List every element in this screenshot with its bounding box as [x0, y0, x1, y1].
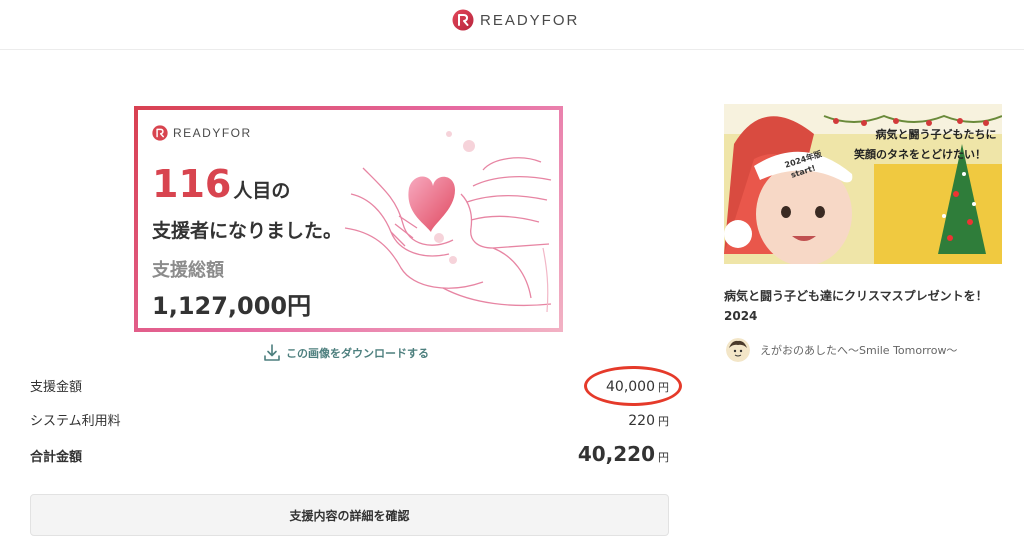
brand-name: READYFOR — [480, 11, 580, 29]
support-amount: 40,000 円 — [606, 379, 669, 395]
readyfor-logo[interactable]: READYFOR — [452, 9, 579, 31]
supporter-count-number: 116 — [152, 162, 232, 206]
org-avatar-icon — [726, 338, 750, 362]
org-name: えがおのあしたへ〜Smile Tomorrow〜 — [760, 344, 958, 357]
site-header: READYFOR — [0, 0, 1024, 50]
total-amount-row: 合計金額 40,220 円 — [30, 442, 669, 466]
project-title-link[interactable]: 病気と闘う子ども達にクリスマスプレゼントを！2024 — [724, 286, 1004, 326]
system-fee-value: 220 — [628, 413, 655, 429]
yen-unit: 円 — [658, 381, 669, 394]
total-amount-label: 合計金額 — [30, 450, 83, 465]
support-amount-row: 支援金額 40,000 円 — [30, 376, 669, 395]
total-amount: 40,220 円 — [578, 442, 669, 466]
support-amount-label: 支援金額 — [30, 380, 83, 395]
view-support-details-button[interactable]: 支援内容の詳細を確認 — [30, 494, 669, 536]
support-amount-value: 40,000 — [606, 379, 655, 395]
project-thumbnail[interactable]: 病気と闘う子どもたちに 笑顔のタネをとどけたい！ 2024年版 start! — [724, 104, 1002, 264]
heart-hands-illustration — [344, 131, 552, 313]
readyfor-logo-icon — [152, 125, 168, 141]
view-support-details-label: 支援内容の詳細を確認 — [289, 508, 410, 523]
yen-unit: 円 — [658, 451, 669, 464]
card-brand: READYFOR — [152, 125, 252, 141]
supporter-message: 支援者になりました。 — [152, 220, 343, 242]
download-icon — [264, 344, 280, 361]
total-support-label: 支援総額 — [152, 260, 224, 281]
download-image-link[interactable]: この画像をダウンロードする — [262, 343, 429, 363]
supporter-certificate-card: READYFOR 116 人目の 支援者になりました。 支援総額 1,127,0… — [134, 106, 563, 332]
download-label: この画像をダウンロードする — [286, 347, 429, 360]
project-organizer[interactable]: えがおのあしたへ〜Smile Tomorrow〜 — [726, 338, 957, 362]
total-amount-value: 40,220 — [577, 442, 655, 466]
project-thumbnail-image: 病気と闘う子どもたちに 笑顔のタネをとどけたい！ 2024年版 start! — [724, 104, 1002, 264]
certificate-inner: READYFOR 116 人目の 支援者になりました。 支援総額 1,127,0… — [138, 110, 559, 328]
supporter-count: 116 人目の — [152, 165, 290, 203]
readyfor-logo-icon — [452, 9, 474, 31]
system-fee: 220 円 — [628, 413, 669, 429]
system-fee-row: システム利用料 220 円 — [30, 410, 669, 429]
thumbnail-caption-line1: 病気と闘う子どもたちに — [876, 127, 997, 141]
yen-unit: 円 — [658, 415, 669, 428]
thumbnail-caption-line2: 笑顔のタネをとどけたい！ — [854, 147, 986, 161]
system-fee-label: システム利用料 — [30, 414, 121, 429]
card-brand-name: READYFOR — [173, 126, 252, 140]
supporter-count-suffix: 人目の — [233, 180, 291, 202]
total-support-value: 1,127,000円 — [152, 292, 312, 320]
